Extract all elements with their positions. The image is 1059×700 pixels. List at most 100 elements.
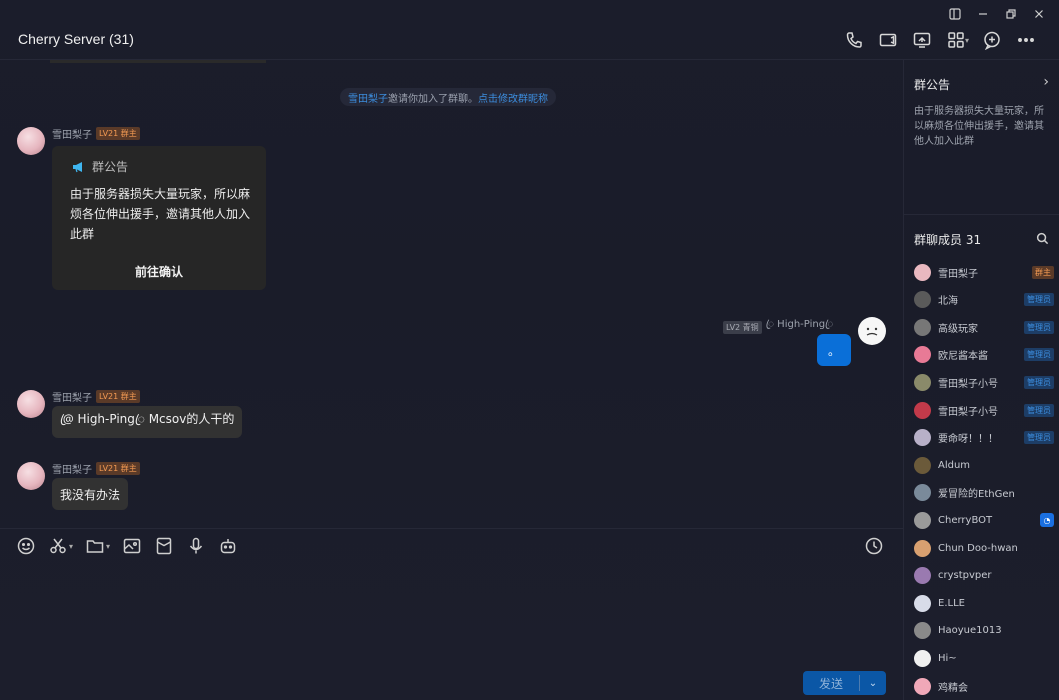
- member-item[interactable]: 欧尼酱本酱 管理员: [914, 345, 1054, 365]
- folder-icon[interactable]: ▾: [85, 535, 110, 557]
- avatar[interactable]: [914, 456, 931, 474]
- member-item[interactable]: CherryBOT ◔: [914, 510, 1054, 530]
- level-badge: LV21 群主: [96, 390, 140, 403]
- avatar[interactable]: [858, 317, 886, 345]
- avatar[interactable]: [914, 567, 931, 585]
- sender-name[interactable]: 雪田梨子: [52, 389, 92, 404]
- member-item[interactable]: 爱冒险的EthGen: [914, 483, 1054, 503]
- microphone-icon[interactable]: [186, 535, 206, 557]
- member-name: 高级玩家: [938, 323, 978, 335]
- confirm-button[interactable]: 前往确认: [52, 263, 266, 280]
- member-item[interactable]: 要命呀！！！ 管理员: [914, 428, 1054, 448]
- edit-nickname-link[interactable]: 点击修改群昵称: [478, 90, 548, 105]
- close-icon[interactable]: [1025, 4, 1053, 24]
- minimize-icon[interactable]: [969, 4, 997, 24]
- system-message-actor[interactable]: 雪田梨子: [348, 90, 388, 105]
- role-badge: 管理员: [1024, 431, 1054, 445]
- avatar[interactable]: [914, 539, 931, 557]
- avatar[interactable]: [914, 291, 931, 309]
- pin-window-icon[interactable]: [941, 4, 969, 24]
- role-badge: 管理员: [1024, 403, 1054, 417]
- message-bubble[interactable]: @ꦿ High-Pingꦿ Mcsov的人干的: [52, 406, 243, 438]
- robot-icon[interactable]: [218, 535, 238, 557]
- role-badge: 管理员: [1024, 320, 1054, 334]
- member-item[interactable]: 鸡精会: [914, 676, 1054, 696]
- history-clock-icon[interactable]: [864, 536, 884, 559]
- sender-name[interactable]: 雪田梨子: [52, 461, 92, 476]
- group-info-panel: 群公告 › 由于服务器损失大量玩家，所以麻烦各位伸出援手，邀请其他人加入此群 群…: [903, 60, 1059, 700]
- avatar[interactable]: [914, 429, 931, 447]
- member-item[interactable]: 雪田梨子 群主: [914, 262, 1054, 282]
- role-badge: 管理员: [1024, 348, 1054, 362]
- video-call-icon[interactable]: [871, 28, 905, 52]
- message-sender: 雪田梨子 LV21 群主: [52, 126, 140, 141]
- member-item[interactable]: 雪田梨子小号 管理员: [914, 400, 1054, 420]
- avatar[interactable]: [914, 373, 931, 391]
- avatar[interactable]: [914, 649, 931, 667]
- member-item[interactable]: Aldum: [914, 455, 1054, 475]
- chevron-right-icon[interactable]: ›: [1043, 74, 1049, 90]
- send-button-label: 发送: [818, 676, 843, 691]
- message-list[interactable]: 雪田梨子 邀请你加入了群聊。 点击修改群昵称 雪田梨子 LV21 群主 群公告 …: [0, 60, 903, 528]
- screenshot-icon[interactable]: ▾: [48, 535, 73, 557]
- avatar[interactable]: [914, 594, 931, 612]
- chevron-down-icon[interactable]: ▾: [965, 36, 969, 45]
- member-item[interactable]: E.LLE: [914, 593, 1054, 613]
- message-sender: 雪田梨子 LV21 群主: [52, 461, 140, 476]
- avatar[interactable]: [17, 390, 45, 418]
- image-icon[interactable]: [122, 535, 142, 557]
- member-item[interactable]: Chun Doo-hwan: [914, 538, 1054, 558]
- notice-card[interactable]: 群公告 由于服务器损失大量玩家，所以麻烦各位伸出援手，邀请其他人加入此群 前往确…: [52, 146, 266, 290]
- system-message-text: 邀请你加入了群聊。: [388, 93, 478, 105]
- member-item[interactable]: Haoyue1013: [914, 621, 1054, 641]
- more-icon[interactable]: [1009, 28, 1043, 52]
- send-button[interactable]: 发送 ⌄: [803, 671, 886, 695]
- notice-title[interactable]: 群公告: [914, 76, 950, 93]
- notice-card-title: 群公告: [92, 160, 129, 174]
- input-toolbar: ▾ ▾: [16, 535, 238, 557]
- member-name: 要命呀！！！: [938, 434, 998, 446]
- message-bubble[interactable]: 我没有办法: [52, 478, 129, 510]
- chevron-down-icon[interactable]: ⌄: [860, 678, 886, 689]
- avatar[interactable]: [914, 318, 931, 336]
- message-bubble[interactable]: 。: [817, 334, 851, 366]
- avatar[interactable]: [914, 622, 931, 640]
- screen-share-icon[interactable]: [905, 28, 939, 52]
- member-name: 雪田梨子小号: [938, 406, 998, 418]
- chat-window: Cherry Server (31) ▾ 雪田梨子 邀请你加入了群聊。 点击修改…: [0, 0, 1059, 700]
- member-name: Chun Doo-hwan: [938, 542, 1018, 554]
- avatar[interactable]: [914, 677, 931, 695]
- chat-toolbar: ▾: [837, 28, 1043, 52]
- role-badge: 管理员: [1024, 293, 1054, 307]
- level-badge: LV21 群主: [96, 127, 140, 140]
- previous-message-edge: [50, 60, 266, 63]
- avatar[interactable]: [914, 484, 931, 502]
- avatar[interactable]: [914, 263, 931, 281]
- member-name: 爱冒险的EthGen: [938, 489, 1015, 501]
- chevron-down-icon[interactable]: ▾: [69, 542, 73, 551]
- avatar[interactable]: [17, 462, 45, 490]
- avatar[interactable]: [17, 127, 45, 155]
- phone-icon[interactable]: [837, 28, 871, 52]
- restore-icon[interactable]: [997, 4, 1025, 24]
- red-packet-icon[interactable]: [154, 535, 174, 557]
- avatar-face-icon: [866, 327, 878, 336]
- member-item[interactable]: Hi~: [914, 648, 1054, 668]
- member-item[interactable]: 北海 管理员: [914, 290, 1054, 310]
- sender-name[interactable]: 雪田梨子: [52, 126, 92, 141]
- member-item[interactable]: 雪田梨子小号 管理员: [914, 372, 1054, 392]
- title-bar: Cherry Server (31) ▾: [0, 0, 1059, 60]
- add-member-icon[interactable]: [975, 28, 1009, 52]
- member-name: 雪田梨子: [938, 268, 978, 280]
- member-item[interactable]: crystpvper: [914, 566, 1054, 586]
- chevron-down-icon[interactable]: ▾: [106, 542, 110, 551]
- search-icon[interactable]: [1036, 232, 1049, 248]
- avatar[interactable]: [914, 401, 931, 419]
- emoji-icon[interactable]: [16, 535, 36, 557]
- input-divider: [0, 528, 903, 529]
- avatar[interactable]: [914, 346, 931, 364]
- member-item[interactable]: 高级玩家 管理员: [914, 317, 1054, 337]
- member-name: Haoyue1013: [938, 625, 1002, 637]
- avatar[interactable]: [914, 511, 931, 529]
- role-badge: 管理员: [1024, 375, 1054, 389]
